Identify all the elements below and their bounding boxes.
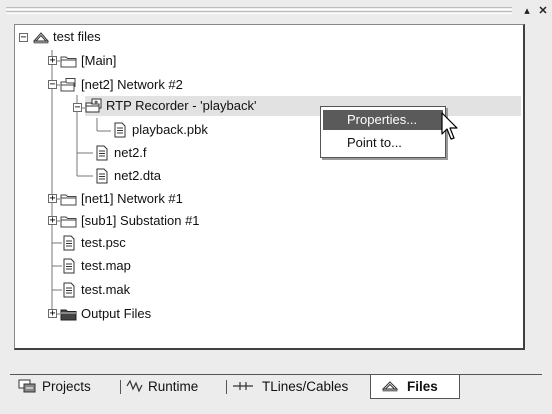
pane-grip	[6, 11, 512, 14]
expand-net1-toggle[interactable]: +	[48, 194, 57, 204]
tlines-icon	[233, 382, 253, 390]
tab-label: Projects	[42, 379, 91, 394]
tab-label: Files	[407, 379, 438, 394]
tree-item-label: [net2] Network #2	[81, 77, 183, 92]
tab-projects[interactable]: Projects	[18, 375, 91, 399]
recorder-icon	[85, 98, 102, 113]
collapse-recorder-toggle[interactable]: −	[73, 103, 82, 113]
tree-item-label: [sub1] Substation #1	[81, 213, 200, 228]
folder-icon	[60, 194, 77, 206]
tab-label: TLines/Cables	[262, 379, 349, 394]
menu-item-point-to[interactable]: Point to...	[323, 133, 443, 153]
tree-item-label: playback.pbk	[132, 122, 208, 137]
workspace-icon	[32, 32, 50, 44]
expand-main-toggle[interactable]: +	[48, 56, 57, 66]
folder-dark-icon	[60, 309, 77, 321]
file-icon	[114, 122, 126, 138]
files-icon	[381, 381, 399, 392]
collapse-net2-toggle[interactable]: −	[48, 80, 57, 90]
menu-item-properties[interactable]: Properties...	[323, 110, 443, 130]
network-icon	[60, 78, 76, 92]
file-icon	[63, 282, 75, 298]
close-button[interactable]: ✕	[537, 5, 549, 17]
folder-icon	[60, 216, 77, 228]
tab-label: Runtime	[148, 379, 199, 394]
pane-header: ▴ ✕	[0, 0, 552, 22]
tab-separator	[226, 380, 227, 394]
runtime-icon	[126, 379, 143, 393]
tab-separator	[120, 380, 121, 394]
tree-item-label: [net1] Network #1	[81, 191, 183, 206]
tree-item-label: test.mak	[81, 282, 131, 297]
file-tree[interactable]: − + − − + + + test files [Main] [net2] N…	[14, 24, 525, 350]
tree-item-label: net2.dta	[114, 168, 161, 183]
projects-icon	[18, 379, 36, 393]
tree-item-label: net2.f	[114, 145, 147, 160]
collapse-root-toggle[interactable]: −	[19, 33, 28, 43]
tree-item-label: RTP Recorder - 'playback'	[106, 98, 257, 113]
tree-item-label: test.map	[81, 258, 131, 273]
file-icon	[96, 145, 108, 161]
file-icon	[63, 235, 75, 251]
tree-item-label: Output Files	[81, 306, 152, 321]
tab-tlines-cables[interactable]: TLines/Cables	[232, 375, 348, 399]
tab-runtime[interactable]: Runtime	[126, 375, 198, 399]
mouse-pointer-icon	[441, 112, 458, 140]
tree-item-label: test files	[53, 29, 101, 44]
pin-button[interactable]: ▴	[521, 5, 533, 17]
tree-item-label: [Main]	[81, 53, 117, 68]
file-icon	[96, 168, 108, 184]
folder-icon	[60, 56, 77, 68]
tree-item-label: test.psc	[81, 235, 126, 250]
file-icon	[63, 258, 75, 274]
expand-sub1-toggle[interactable]: +	[48, 216, 57, 226]
expand-output-toggle[interactable]: +	[48, 309, 57, 319]
context-menu: Properties... Point to...	[320, 106, 446, 158]
tab-files[interactable]: Files	[370, 375, 460, 399]
pane-grip	[6, 7, 512, 10]
